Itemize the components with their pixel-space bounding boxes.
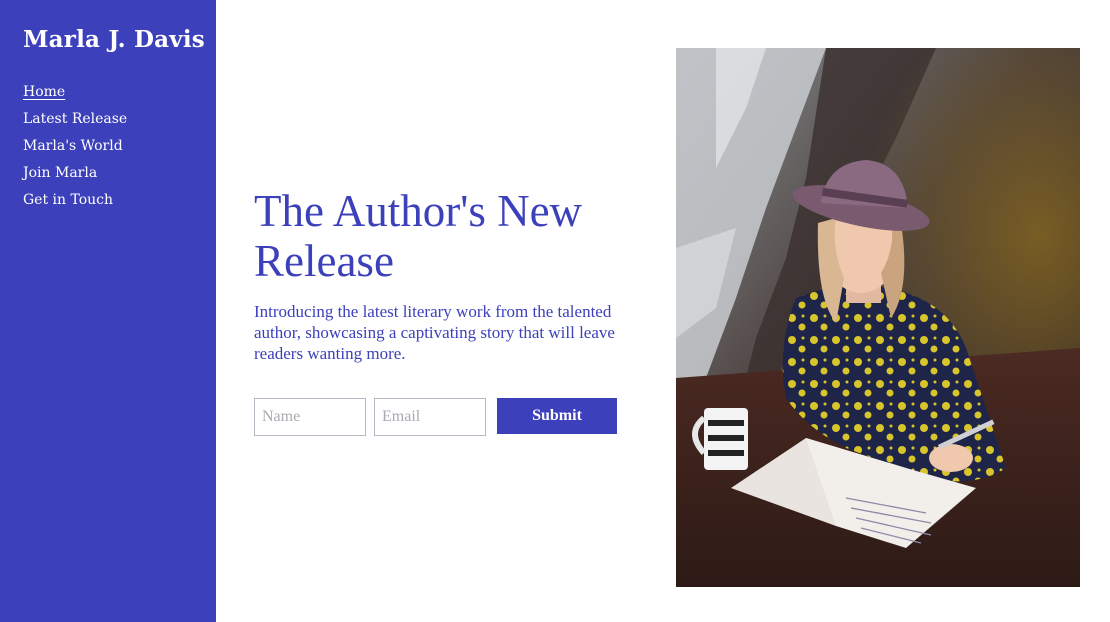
nav-link-home[interactable]: Home (23, 84, 65, 100)
sidebar: Marla J. Davis Home Latest Release Marla… (0, 0, 216, 622)
site-title[interactable]: Marla J. Davis (23, 26, 205, 53)
author-photo (676, 48, 1080, 587)
submit-button[interactable]: Submit (497, 398, 617, 434)
name-input[interactable] (254, 398, 366, 436)
nav-item-marlas-world: Marla's World (23, 136, 127, 163)
author-photo-illustration (676, 48, 1080, 587)
nav-item-home: Home (23, 82, 127, 109)
hero-section: The Author's New Release Introducing the… (254, 186, 654, 364)
nav-link-marlas-world[interactable]: Marla's World (23, 138, 123, 154)
hero-title: The Author's New Release (254, 186, 583, 286)
email-input[interactable] (374, 398, 486, 436)
nav-item-join-marla: Join Marla (23, 163, 127, 190)
page: Marla J. Davis Home Latest Release Marla… (0, 0, 1110, 622)
nav-item-latest-release: Latest Release (23, 109, 127, 136)
main-nav: Home Latest Release Marla's World Join M… (23, 82, 127, 217)
hero-description: Introducing the latest literary work fro… (254, 302, 615, 363)
nav-link-get-in-touch[interactable]: Get in Touch (23, 192, 113, 208)
nav-link-latest-release[interactable]: Latest Release (23, 111, 127, 127)
nav-link-join-marla[interactable]: Join Marla (23, 165, 97, 181)
nav-item-get-in-touch: Get in Touch (23, 190, 127, 217)
